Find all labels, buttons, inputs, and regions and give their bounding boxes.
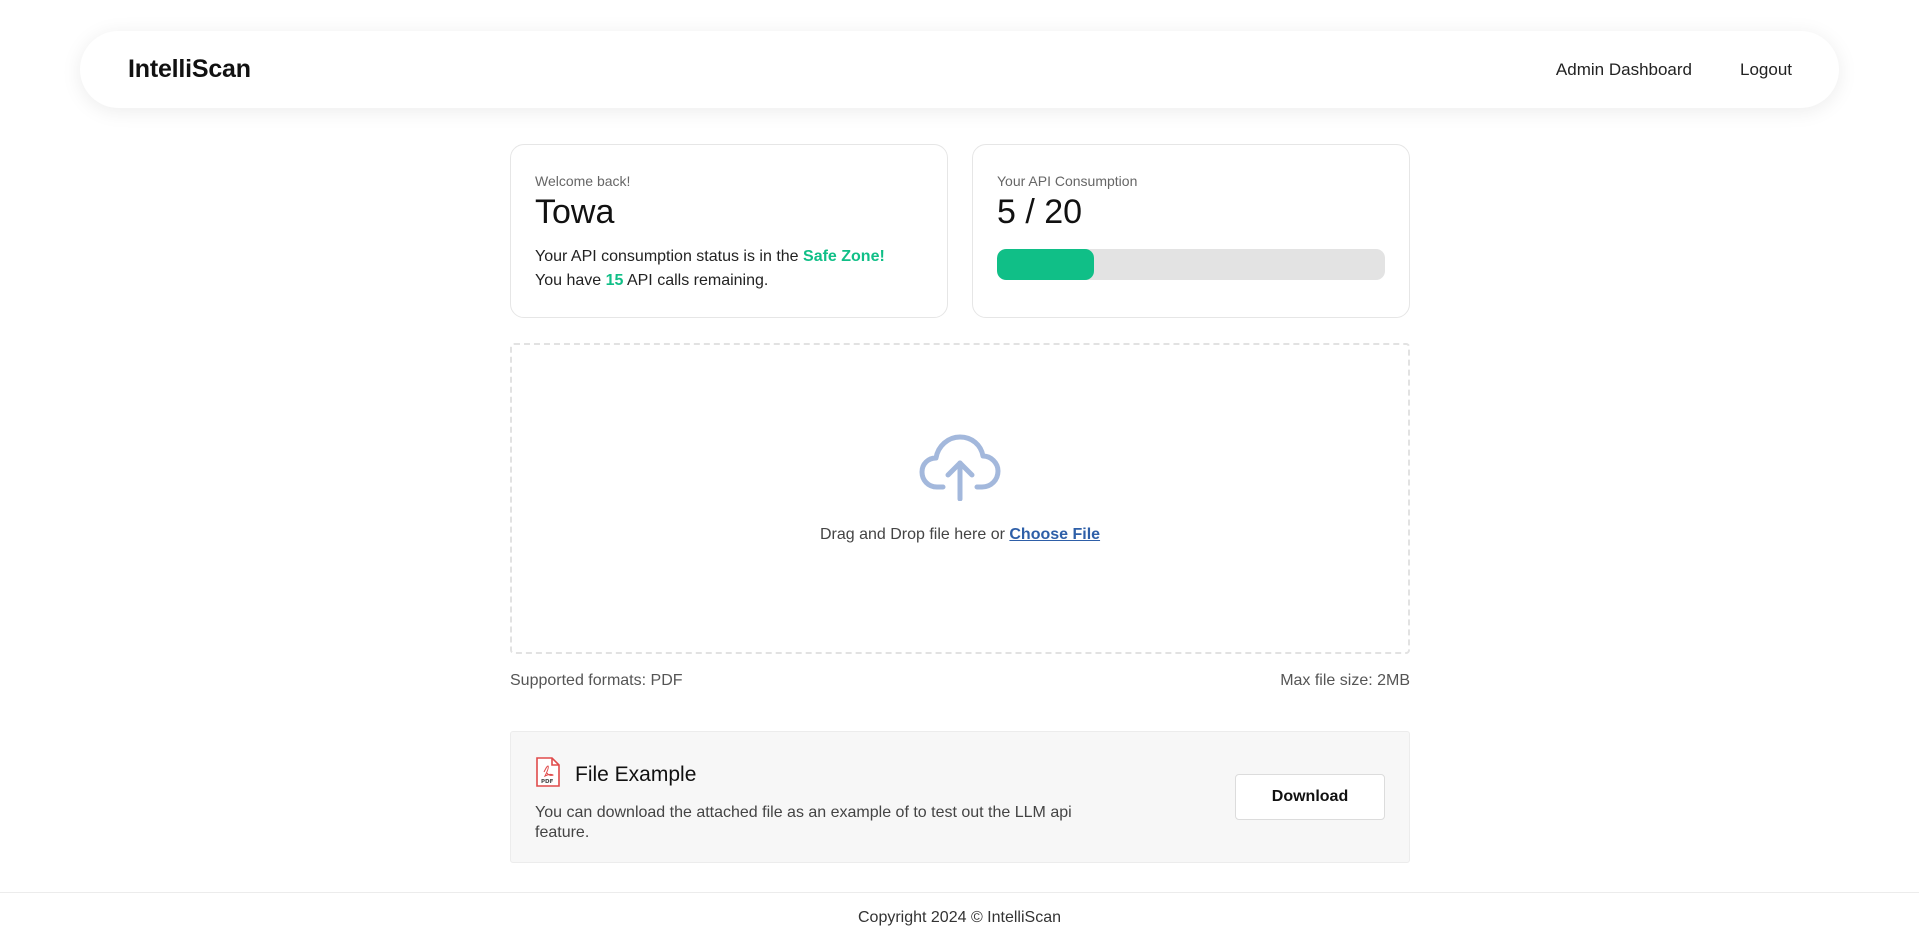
download-button[interactable]: Download	[1235, 774, 1385, 820]
supported-formats-text: Supported formats: PDF	[510, 672, 683, 689]
example-description: You can download the attached file as an…	[535, 804, 1072, 841]
example-title: File Example	[575, 762, 697, 786]
consumption-label: Your API Consumption	[997, 173, 1138, 189]
consumption-progress-fill	[997, 249, 1094, 280]
page-footer: Copyright 2024 © IntelliScan	[0, 892, 1919, 943]
consumption-progress-bar	[997, 249, 1385, 280]
top-navbar: IntelliScan Admin Dashboard Logout	[80, 31, 1839, 108]
api-consumption-card: Your API Consumption 5 / 20	[972, 144, 1410, 318]
upload-constraints: Supported formats: PDF Max file size: 2M…	[510, 672, 1410, 690]
brand-logo[interactable]: IntelliScan	[128, 55, 251, 84]
svg-text:PDF: PDF	[541, 779, 554, 785]
nav-logout-link[interactable]: Logout	[1740, 60, 1792, 80]
pdf-file-icon: PDF	[535, 756, 561, 793]
choose-file-link[interactable]: Choose File	[1009, 526, 1100, 543]
nav-admin-dashboard-link[interactable]: Admin Dashboard	[1556, 60, 1692, 80]
copyright-text: Copyright 2024 © IntelliScan	[857, 909, 1061, 926]
welcome-card: Welcome back! Towa Your API consumption …	[510, 144, 948, 318]
drop-prompt: Drag and Drop file here or	[819, 526, 1005, 543]
remaining-count: 15	[605, 272, 624, 289]
file-dropzone[interactable]: Drag and Drop file here or Choose File	[510, 343, 1410, 654]
max-file-size-text: Max file size: 2MB	[1280, 672, 1410, 689]
status-prefix: Your API consumption status is in the	[535, 248, 799, 265]
file-example-card: PDF File Example You can download the at…	[510, 731, 1410, 863]
consumption-value: 5 / 20	[997, 193, 1083, 231]
remaining-prefix: You have	[535, 272, 602, 289]
welcome-label: Welcome back!	[535, 173, 631, 189]
remaining-suffix: API calls remaining.	[626, 272, 769, 289]
safe-zone-badge: Safe Zone!	[803, 248, 885, 265]
username-heading: Towa	[535, 193, 615, 231]
nav-links: Admin Dashboard Logout	[1556, 60, 1792, 80]
api-status-text: Your API consumption status is in the Sa…	[535, 245, 923, 293]
drop-instructions: Drag and Drop file here or Choose File	[820, 526, 1100, 544]
cloud-upload-icon	[919, 433, 1001, 506]
